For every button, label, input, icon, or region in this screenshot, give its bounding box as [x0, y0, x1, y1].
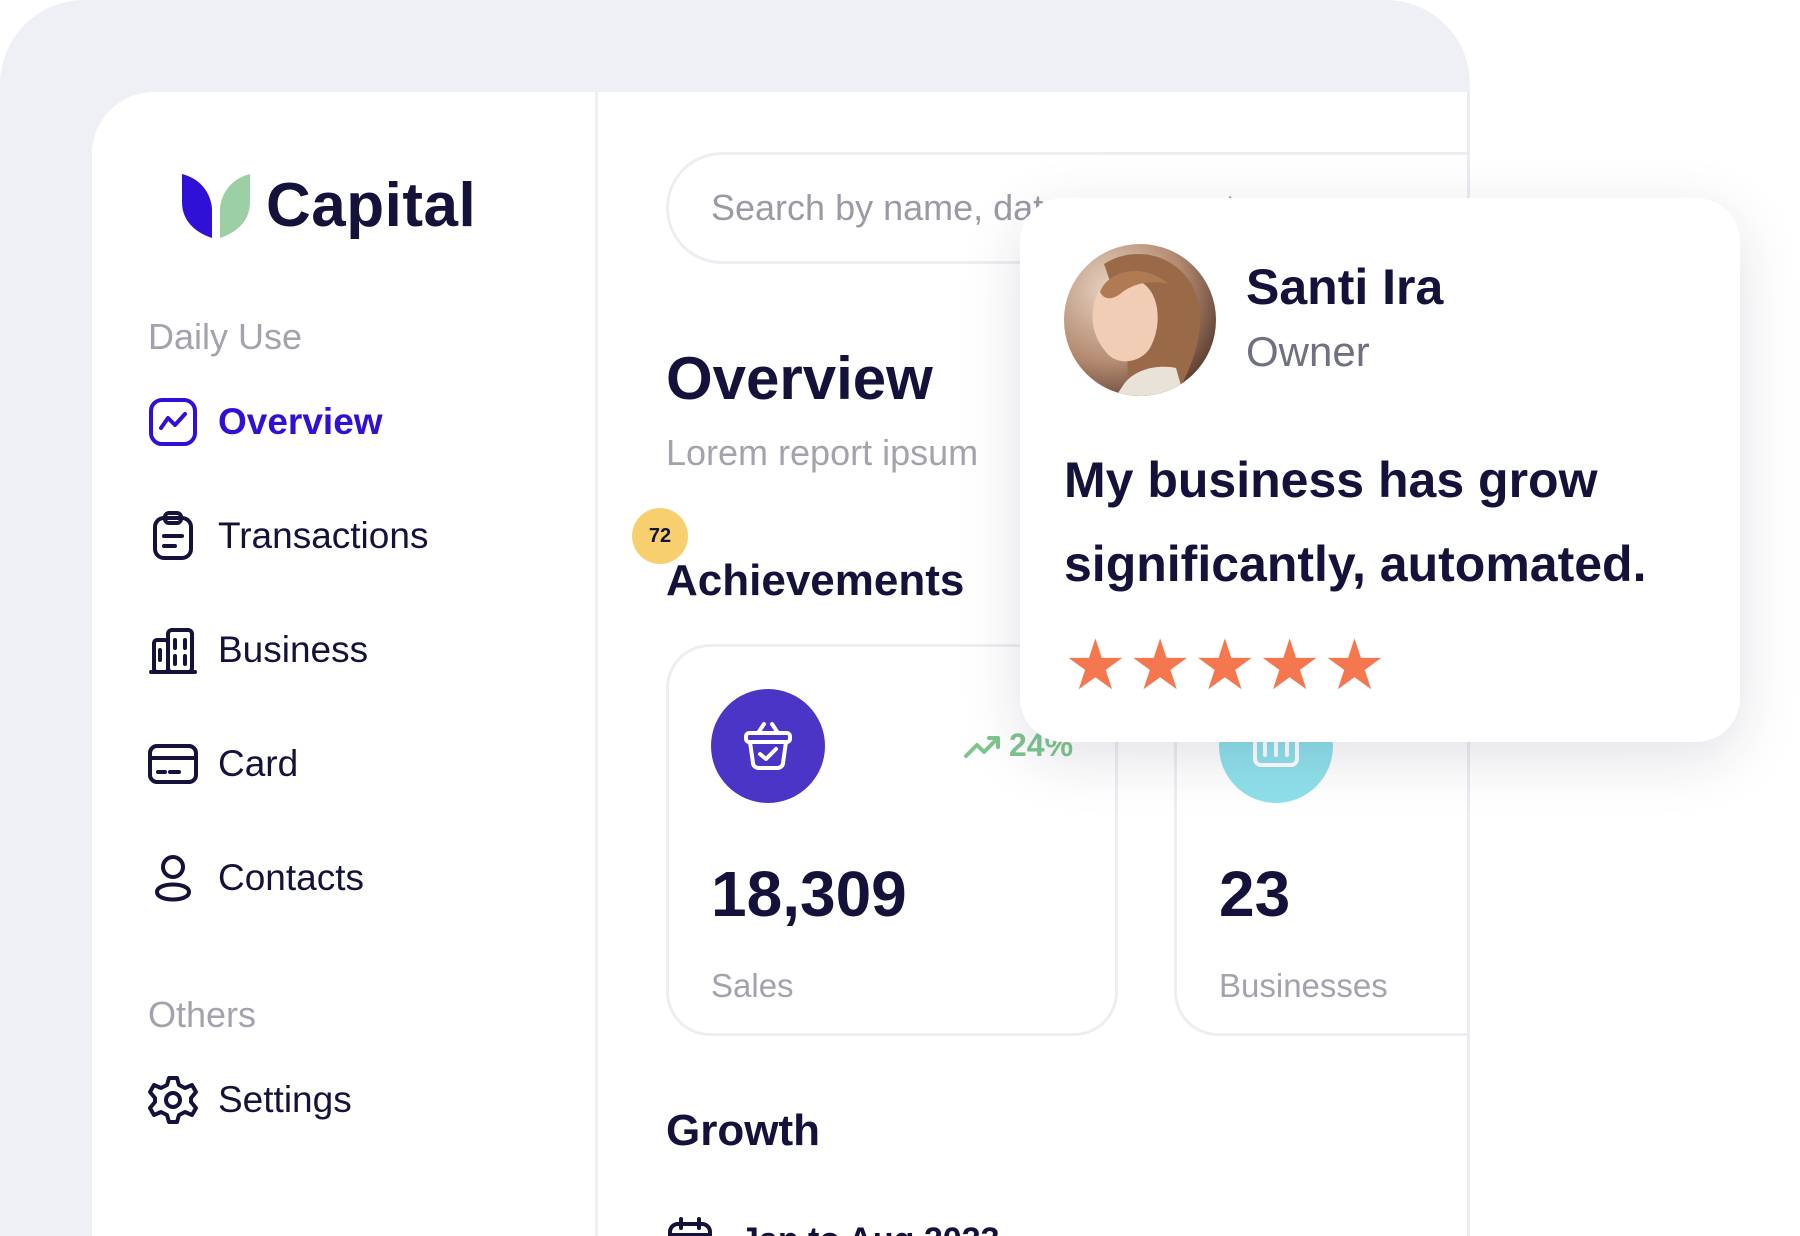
date-range-picker[interactable]: Jan to Aug 2023 [666, 1216, 999, 1236]
gear-icon [146, 1073, 200, 1127]
sidebar: Capital Daily Use Overview Transactions [92, 92, 688, 1236]
sidebar-item-label: Transactions [218, 515, 429, 556]
chart-line-icon [146, 395, 200, 449]
sidebar-item-label: Card [218, 743, 299, 784]
sidebar-item-contacts[interactable]: Contacts [146, 850, 364, 906]
avatar [1064, 244, 1216, 396]
credit-card-icon [146, 737, 200, 791]
logo-mark-icon [182, 173, 250, 238]
sidebar-item-overview[interactable]: Overview [146, 394, 383, 450]
reviewer-role: Owner [1246, 328, 1370, 375]
sidebar-item-label: Contacts [218, 857, 365, 898]
stat-value: 18,309 [711, 858, 907, 930]
basket-icon [711, 689, 825, 803]
star-icon: ★ [1193, 624, 1257, 706]
sidebar-item-transactions[interactable]: Transactions 72 [146, 508, 688, 564]
clipboard-icon [146, 509, 200, 563]
review-quote: My business has grow significantly, auto… [1064, 452, 1647, 592]
date-range-label: Jan to Aug 2023 [740, 1221, 999, 1236]
sidebar-item-label: Overview [218, 401, 383, 442]
trend-up-icon [964, 735, 1000, 758]
building-icon [146, 623, 200, 677]
stat-value: 23 [1219, 858, 1291, 930]
sidebar-item-business[interactable]: Business [146, 622, 368, 678]
sidebar-item-label: Settings [218, 1079, 352, 1120]
star-icon: ★ [1128, 624, 1192, 706]
star-icon: ★ [1323, 624, 1386, 706]
reviewer-name: Santi Ira [1246, 259, 1444, 315]
star-icon: ★ [1258, 624, 1322, 706]
sidebar-item-card[interactable]: Card [146, 736, 298, 792]
logo[interactable]: Capital [180, 170, 476, 241]
sidebar-item-settings[interactable]: Settings [146, 1072, 352, 1128]
stat-label: Sales [711, 967, 794, 1004]
star-rating: ★ ★ ★ ★ ★ [1064, 630, 1388, 700]
user-icon [146, 851, 200, 905]
page-subtitle: Lorem report ipsum [666, 432, 979, 473]
page-title: Overview [666, 345, 933, 412]
star-icon: ★ [1064, 624, 1127, 706]
section-label-others: Others [148, 994, 257, 1035]
calendar-icon [668, 1217, 712, 1236]
sidebar-item-label: Business [218, 629, 369, 670]
growth-heading: Growth [666, 1106, 820, 1155]
achievements-heading: Achievements [666, 556, 965, 605]
section-label-daily: Daily Use [148, 316, 303, 357]
stat-label: Businesses [1219, 967, 1388, 1004]
review-card: Santi Ira Owner My business has grow sig… [1020, 198, 1740, 742]
app-name: Capital [266, 171, 477, 240]
